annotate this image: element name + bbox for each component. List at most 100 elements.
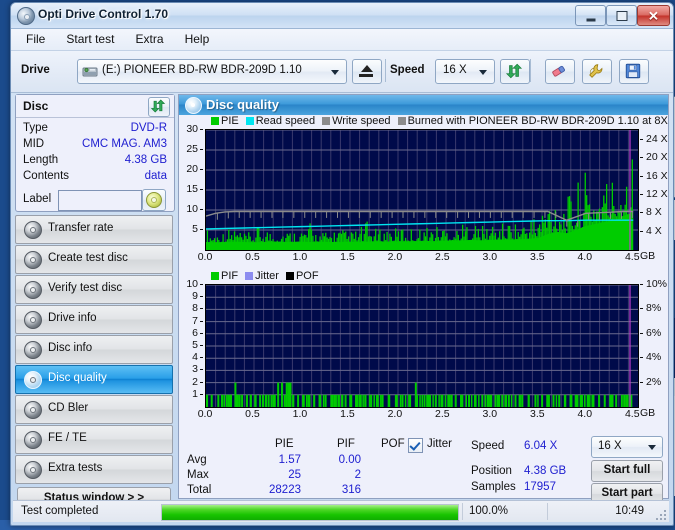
sidebar-item-create-test-disc[interactable]: Create test disc	[15, 245, 173, 274]
stats-max-pie: 25	[259, 469, 301, 481]
sidebar-item-transfer-rate[interactable]: Transfer rate	[15, 215, 173, 244]
y2-tick-mark	[640, 231, 643, 232]
disc-label-input[interactable]	[58, 190, 142, 211]
y-tick-mark	[200, 284, 203, 285]
speed-value: 16 X	[443, 64, 467, 76]
y2-tick-label: 16 X	[646, 170, 668, 182]
window-title: Opti Drive Control 1.70	[38, 7, 168, 21]
y-tick-label: 9	[192, 290, 198, 302]
y-tick-label: 20	[186, 163, 198, 175]
sidebar-item-drive-info[interactable]: Drive info	[15, 305, 173, 334]
disc-length-label: Length	[23, 154, 58, 166]
disc-icon	[24, 461, 42, 479]
legend-label-write-speed: Write speed	[332, 115, 391, 127]
chart-top: PIERead speedWrite speedBurned with PION…	[179, 115, 668, 270]
disc-group-title: Disc	[23, 99, 48, 113]
erase-button[interactable]	[545, 59, 575, 84]
y-tick-mark	[200, 308, 203, 309]
disc-length-value: 4.38 GB	[125, 154, 167, 166]
chart-bottom-x-axis: 0.00.51.01.52.02.53.03.54.04.5	[205, 407, 637, 421]
sidebar-item-label: Create test disc	[48, 252, 128, 264]
refresh-button[interactable]	[500, 59, 530, 84]
y-tick-label: 5	[192, 339, 198, 351]
y-tick-mark	[200, 229, 203, 230]
speed-select[interactable]: 16 X	[435, 59, 495, 84]
close-button[interactable]: ✕	[637, 5, 670, 26]
y2-tick-label: 4%	[646, 351, 661, 363]
chart-top-plot[interactable]	[205, 129, 639, 251]
sidebar-item-label: Disc quality	[48, 372, 107, 384]
x-tick-label: 3.5	[530, 251, 545, 263]
chart-bottom: PIFJitterPOF 12345678910 2%4%6%8%10% 0.0…	[179, 270, 668, 436]
maximize-button[interactable]	[606, 5, 637, 26]
chevron-down-icon	[648, 445, 656, 450]
jitter-checkbox[interactable]	[408, 438, 423, 453]
y-tick-label: 3	[192, 363, 198, 375]
x-tick-label: 0.5	[245, 251, 260, 263]
y2-tick-label: 12 X	[646, 188, 668, 200]
y2-tick-mark	[640, 357, 643, 358]
start-full-button[interactable]: Start full	[591, 460, 663, 482]
disc-refresh-button[interactable]	[148, 97, 170, 117]
menu-item-start-test[interactable]: Start test	[57, 29, 123, 49]
y-tick-label: 30	[186, 123, 198, 135]
y2-tick-label: 2%	[646, 376, 661, 388]
drive-icon	[82, 63, 98, 79]
y-tick-mark	[200, 189, 203, 190]
legend-swatch-pof	[286, 272, 294, 280]
eraser-icon	[550, 62, 568, 80]
toolbar-separator-2	[530, 59, 531, 82]
page-title: Disc quality	[206, 97, 279, 112]
refresh-icon	[150, 98, 166, 114]
sidebar-item-verify-test-disc[interactable]: Verify test disc	[15, 275, 173, 304]
stats-col-pof: POF	[381, 438, 405, 450]
menu-item-help[interactable]: Help	[176, 29, 219, 49]
chevron-down-icon	[331, 70, 339, 75]
resize-grip[interactable]	[656, 510, 666, 520]
disc-icon	[24, 431, 42, 449]
progress-percent-box: 100.0%	[462, 503, 543, 520]
test-speed-select[interactable]: 16 X	[591, 436, 663, 458]
sidebar-item-disc-quality[interactable]: Disc quality	[15, 365, 173, 394]
y-tick-label: 10	[186, 278, 198, 290]
menu-item-extra[interactable]: Extra	[127, 29, 173, 49]
chart-bottom-y2-axis: 2%4%6%8%10%	[640, 284, 670, 406]
legend-label-read-speed: Read speed	[256, 115, 315, 127]
legend-swatch-write-speed	[322, 117, 330, 125]
stats-position-label: Position	[471, 465, 512, 477]
y-tick-label: 1	[192, 388, 198, 400]
sidebar-item-fe-te[interactable]: FE / TE	[15, 425, 173, 454]
y-tick-mark	[200, 357, 203, 358]
chart-top-legend: PIERead speedWrite speedBurned with PION…	[211, 115, 674, 127]
settings-button[interactable]	[582, 59, 612, 84]
chart-bottom-y-axis: 12345678910	[179, 284, 203, 406]
y-tick-label: 7	[192, 315, 198, 327]
start-full-label: Start full	[592, 464, 662, 476]
stats-col-pif: PIF	[337, 438, 355, 450]
save-button[interactable]	[619, 59, 649, 84]
sidebar-item-label: Extra tests	[48, 462, 102, 474]
sidebar-item-extra-tests[interactable]: Extra tests	[15, 455, 173, 484]
disc-label-button[interactable]	[142, 189, 166, 211]
drive-select[interactable]: (E:) PIONEER BD-RW BDR-209D 1.10	[77, 59, 347, 84]
x-tick-label: 1.5	[340, 408, 355, 420]
status-text: Test completed	[21, 505, 98, 517]
y2-tick-label: 24 X	[646, 133, 668, 145]
y2-tick-label: 8 X	[646, 206, 662, 218]
eject-button[interactable]	[352, 59, 382, 84]
chart-bottom-plot[interactable]	[205, 284, 639, 408]
stats-jitter-label: Jitter	[427, 438, 452, 450]
chart-top-y2-axis: 4 X8 X12 X16 X20 X24 X	[640, 129, 670, 249]
progress-bar	[161, 504, 459, 521]
elapsed-time-box: 10:49	[547, 503, 658, 520]
y2-tick-mark	[640, 284, 643, 285]
menu-item-file[interactable]: File	[17, 29, 54, 49]
sidebar-item-cd-bler[interactable]: CD Bler	[15, 395, 173, 424]
refresh-icon	[505, 62, 523, 80]
y2-tick-label: 4 X	[646, 225, 662, 237]
minimize-button[interactable]	[575, 5, 606, 26]
y2-tick-mark	[640, 333, 643, 334]
floppy-save-icon	[624, 62, 642, 80]
disc-icon	[24, 401, 42, 419]
sidebar-item-disc-info[interactable]: Disc info	[15, 335, 173, 364]
